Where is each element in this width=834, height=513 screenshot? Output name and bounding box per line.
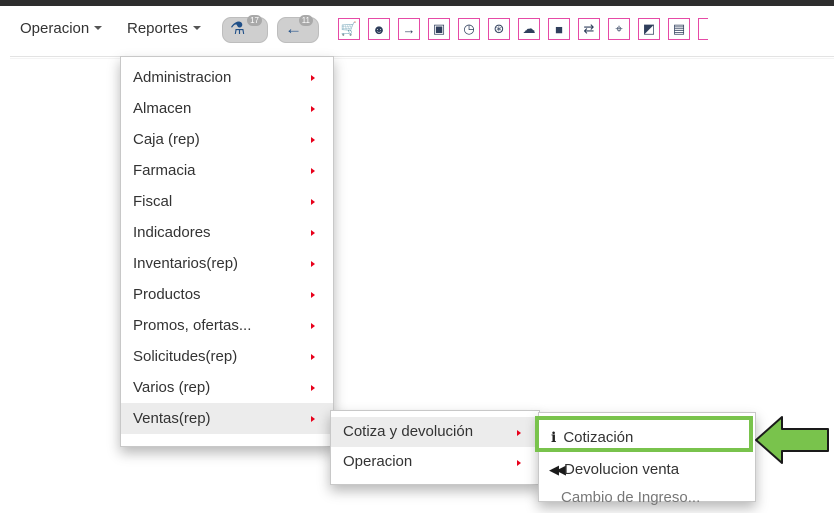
- back-badge: 11: [298, 15, 313, 26]
- exchange-icon: ⇄: [583, 21, 595, 36]
- image-button[interactable]: ▤: [668, 18, 690, 40]
- submenu-arrow-icon: [311, 292, 315, 298]
- operacion-label: Operacion: [20, 20, 90, 37]
- menu-item-solicitudes[interactable]: Solicitudes(rep): [121, 341, 333, 372]
- submenu-arrow-icon: [517, 430, 521, 436]
- menu-item-label: Devolucion venta: [564, 461, 680, 478]
- user-button[interactable]: ☻: [368, 18, 390, 40]
- document-icon: ▣: [432, 21, 446, 36]
- menu-item-farmacia[interactable]: Farmacia: [121, 155, 333, 186]
- submenu-arrow-icon: [517, 460, 521, 466]
- menu-item-label: Operacion: [343, 453, 413, 470]
- truck-button[interactable]: ■: [548, 18, 570, 40]
- fast-backward-icon: ◀◀: [549, 462, 566, 477]
- menu-item-cotizacion[interactable]: i Cotización: [535, 416, 753, 452]
- submenu-arrow-icon: [311, 261, 315, 267]
- edge-button[interactable]: [698, 18, 708, 40]
- clock-icon: ◷: [463, 21, 475, 36]
- menu-item-label: Almacen: [133, 100, 192, 117]
- submenu-arrow-icon: [311, 416, 315, 422]
- menu-item-indicadores[interactable]: Indicadores: [121, 217, 333, 248]
- navbar: Operacion Reportes ⚗ 17 ← 11 🛒 ☻ → ▣ ◷ ⊛…: [0, 6, 834, 57]
- menu-item-productos[interactable]: Productos: [121, 279, 333, 310]
- submenu-arrow-icon: [311, 199, 315, 205]
- back-button[interactable]: ← 11: [277, 15, 319, 43]
- operacion-menu[interactable]: Operacion: [20, 20, 103, 37]
- menu-item-devolucion-venta[interactable]: ◀◀Devolucion venta: [539, 455, 767, 485]
- menu-item-label: Cotización: [563, 429, 634, 446]
- cloud-icon: ☁: [522, 21, 536, 36]
- ventas-submenu: Cotiza y devolución Operacion: [330, 410, 540, 485]
- cotiza-submenu: i Cotización ◀◀Devolucion venta Cambio de…: [535, 412, 756, 506]
- submenu-arrow-icon: [311, 106, 315, 112]
- external-button[interactable]: ◩: [638, 18, 660, 40]
- reportes-label: Reportes: [127, 20, 188, 37]
- caret-down-icon: [94, 26, 103, 30]
- submenu-arrow-icon: [311, 323, 315, 329]
- menu-item-label: Cambio de Ingreso...: [561, 489, 701, 506]
- document-button[interactable]: ▣: [428, 18, 450, 40]
- truck-icon: ■: [555, 21, 563, 37]
- users-badge: 17: [247, 15, 262, 26]
- submenu-arrow-icon: [311, 168, 315, 174]
- submenu-arrow-icon: [311, 385, 315, 391]
- map-marker-button[interactable]: ⌖: [608, 18, 630, 40]
- users-icon: ⚗: [230, 19, 246, 38]
- sign-in-button[interactable]: →: [398, 18, 420, 40]
- clock-button[interactable]: ◷: [458, 18, 480, 40]
- menu-item-caja[interactable]: Caja (rep): [121, 124, 333, 155]
- submenu-arrow-icon: [311, 137, 315, 143]
- pointer-arrow-icon: [755, 416, 829, 464]
- menu-item-label: Ventas(rep): [133, 410, 211, 427]
- cloud-button[interactable]: ☁: [518, 18, 540, 40]
- steering-button[interactable]: ⊛: [488, 18, 510, 40]
- exchange-button[interactable]: ⇄: [578, 18, 600, 40]
- image-icon: ▤: [672, 21, 686, 36]
- submenu-arrow-icon: [311, 230, 315, 236]
- menu-item-ventas[interactable]: Ventas(rep): [121, 403, 333, 434]
- menu-item-label: Farmacia: [133, 162, 196, 179]
- submenu-arrow-icon: [311, 75, 315, 81]
- menu-item-administracion[interactable]: Administracion: [121, 62, 333, 93]
- submenu-arrow-icon: [311, 354, 315, 360]
- menu-item-varios[interactable]: Varios (rep): [121, 372, 333, 403]
- users-button[interactable]: ⚗ 17: [222, 15, 268, 43]
- menu-item-label: Administracion: [133, 69, 232, 86]
- menu-item-almacen[interactable]: Almacen: [121, 93, 333, 124]
- menu-item-inventarios[interactable]: Inventarios(rep): [121, 248, 333, 279]
- menu-item-label: Fiscal: [133, 193, 173, 210]
- menu-item-label: Indicadores: [133, 224, 211, 241]
- user-icon: ☻: [372, 21, 386, 37]
- reportes-menu[interactable]: Reportes: [127, 20, 201, 37]
- menu-item-promos[interactable]: Promos, ofertas...: [121, 310, 333, 341]
- menu-item-next[interactable]: Cambio de Ingreso...: [539, 483, 779, 513]
- menu-item-operacion[interactable]: Operacion: [331, 447, 539, 477]
- external-icon: ◩: [642, 21, 656, 36]
- menu-item-label: Varios (rep): [133, 379, 211, 396]
- menu-item-label: Inventarios(rep): [133, 255, 239, 272]
- steering-icon: ⊛: [493, 21, 505, 36]
- menu-item-fiscal[interactable]: Fiscal: [121, 186, 333, 217]
- caret-down-icon: [192, 26, 201, 30]
- sign-in-icon: →: [402, 21, 416, 37]
- cart-button[interactable]: 🛒: [338, 18, 360, 40]
- reportes-dropdown: Administracion Almacen Caja (rep) Farmac…: [120, 56, 334, 447]
- info-icon: i: [551, 430, 557, 446]
- menu-item-label: Promos, ofertas...: [133, 317, 252, 334]
- map-marker-icon: ⌖: [615, 21, 623, 36]
- menu-item-label: Solicitudes(rep): [133, 348, 238, 365]
- menu-item-cotiza-devolucion[interactable]: Cotiza y devolución: [331, 417, 539, 447]
- cart-icon: 🛒: [340, 21, 358, 36]
- menu-item-label: Productos: [133, 286, 201, 303]
- menu-item-label: Cotiza y devolución: [343, 423, 474, 440]
- menu-item-label: Caja (rep): [133, 131, 200, 148]
